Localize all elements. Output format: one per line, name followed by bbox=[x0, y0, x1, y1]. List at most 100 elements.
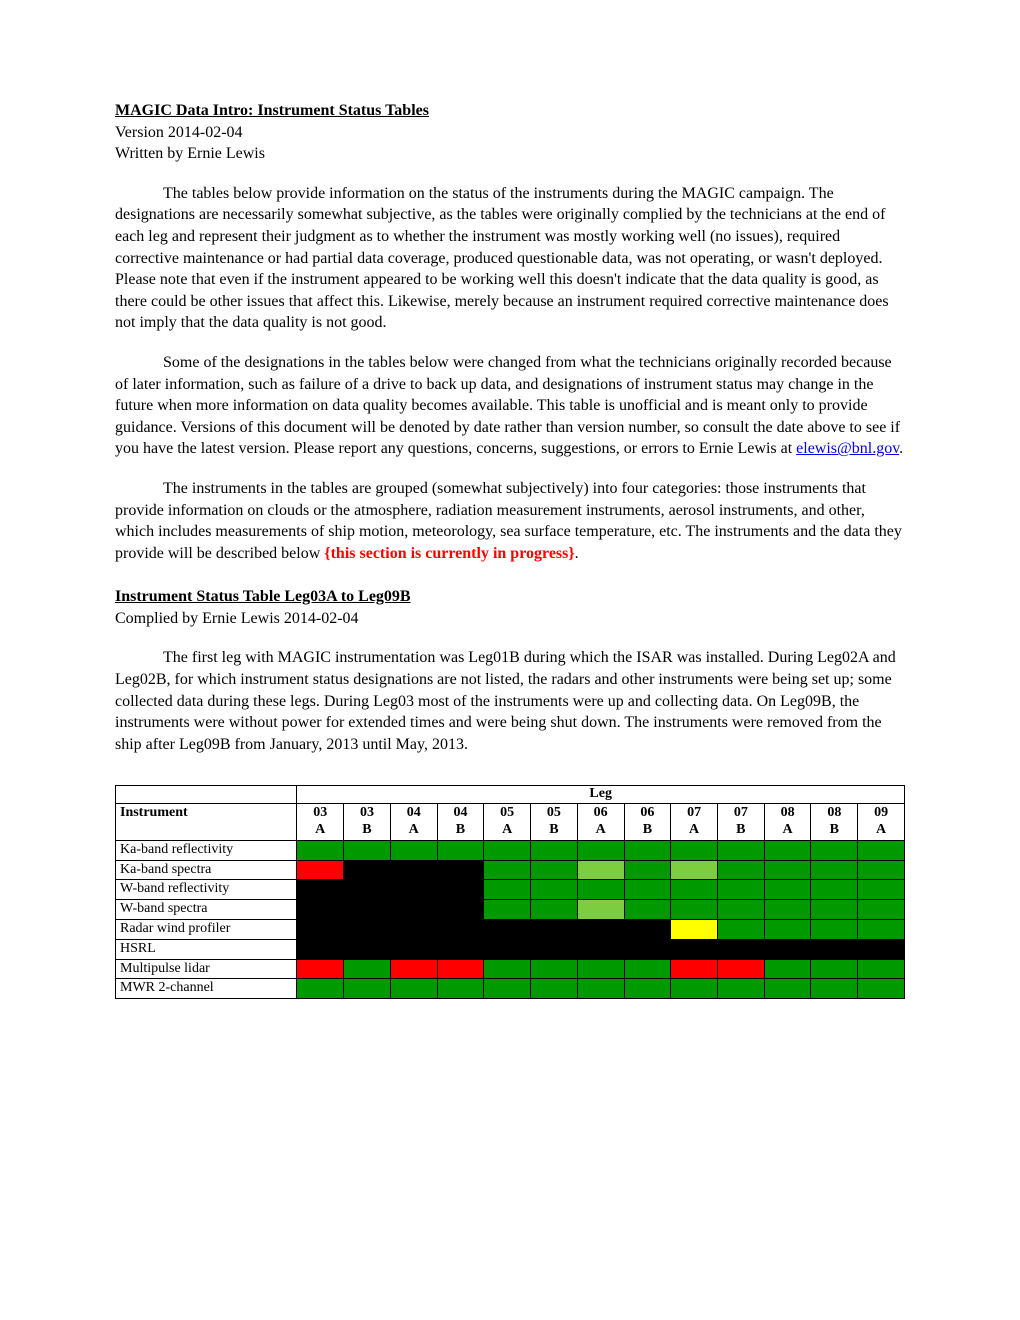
status-cell bbox=[764, 860, 811, 880]
status-cell bbox=[297, 979, 344, 999]
status-cell bbox=[624, 860, 671, 880]
status-cell bbox=[484, 880, 531, 900]
leg-col: 06A bbox=[577, 804, 624, 841]
in-progress-note: {this section is currently in progress} bbox=[324, 545, 574, 562]
status-cell bbox=[717, 939, 764, 959]
status-cell bbox=[297, 860, 344, 880]
leg-col: 05B bbox=[531, 804, 578, 841]
instrument-name: HSRL bbox=[116, 939, 297, 959]
table-row: MWR 2-channel bbox=[116, 979, 905, 999]
status-cell bbox=[717, 840, 764, 860]
page-title: MAGIC Data Intro: Instrument Status Tabl… bbox=[115, 102, 429, 119]
status-cell bbox=[577, 979, 624, 999]
status-cell bbox=[577, 939, 624, 959]
status-cell bbox=[764, 840, 811, 860]
leg-header: Leg bbox=[297, 786, 905, 804]
status-cell bbox=[484, 900, 531, 920]
status-cell bbox=[531, 900, 578, 920]
leg-col: 04A bbox=[390, 804, 437, 841]
status-cell bbox=[390, 959, 437, 979]
status-cell bbox=[671, 840, 718, 860]
section-2-title: Instrument Status Table Leg03A to Leg09B bbox=[115, 586, 905, 608]
status-cell bbox=[858, 900, 905, 920]
table-row: Multipulse lidar bbox=[116, 959, 905, 979]
status-cell bbox=[811, 880, 858, 900]
status-cell bbox=[531, 920, 578, 940]
leg-col: 08A bbox=[764, 804, 811, 841]
version-line: Version 2014-02-04 bbox=[115, 122, 905, 144]
status-cell bbox=[344, 880, 391, 900]
status-cell bbox=[437, 920, 484, 940]
status-cell bbox=[624, 939, 671, 959]
status-cell bbox=[344, 920, 391, 940]
table-row: W-band reflectivity bbox=[116, 880, 905, 900]
status-cell bbox=[344, 840, 391, 860]
status-cell bbox=[858, 939, 905, 959]
status-cell bbox=[764, 900, 811, 920]
status-cell bbox=[717, 979, 764, 999]
status-cell bbox=[484, 860, 531, 880]
status-cell bbox=[531, 880, 578, 900]
status-cell bbox=[764, 880, 811, 900]
status-cell bbox=[577, 880, 624, 900]
table-row: Radar wind profiler bbox=[116, 920, 905, 940]
status-cell bbox=[344, 939, 391, 959]
leg-col: 03B bbox=[344, 804, 391, 841]
status-cell bbox=[811, 840, 858, 860]
status-cell bbox=[764, 959, 811, 979]
status-cell bbox=[811, 860, 858, 880]
status-cell bbox=[531, 939, 578, 959]
table-body: Ka-band reflectivityKa-band spectraW-ban… bbox=[116, 840, 905, 998]
status-cell bbox=[437, 939, 484, 959]
instrument-name: MWR 2-channel bbox=[116, 979, 297, 999]
status-cell bbox=[858, 920, 905, 940]
status-cell bbox=[717, 900, 764, 920]
status-cell bbox=[624, 920, 671, 940]
blank-head bbox=[116, 786, 297, 804]
paragraph-1-text: The tables below provide information on … bbox=[115, 185, 889, 332]
status-cell bbox=[484, 959, 531, 979]
status-cell bbox=[624, 840, 671, 860]
leg-col: 09A bbox=[858, 804, 905, 841]
status-cell bbox=[297, 920, 344, 940]
status-cell bbox=[577, 860, 624, 880]
status-cell bbox=[344, 959, 391, 979]
table-row: Ka-band reflectivity bbox=[116, 840, 905, 860]
status-cell bbox=[390, 920, 437, 940]
status-cell bbox=[344, 900, 391, 920]
status-cell bbox=[577, 840, 624, 860]
status-cell bbox=[671, 979, 718, 999]
status-cell bbox=[531, 959, 578, 979]
leg-col: 03A bbox=[297, 804, 344, 841]
status-cell bbox=[531, 860, 578, 880]
status-cell bbox=[717, 880, 764, 900]
status-cell bbox=[624, 880, 671, 900]
table-row: HSRL bbox=[116, 939, 905, 959]
instrument-name: W-band reflectivity bbox=[116, 880, 297, 900]
paragraph-3-text-b: . bbox=[575, 545, 579, 562]
paragraph-4-text: The first leg with MAGIC instrumentation… bbox=[115, 649, 896, 752]
status-cell bbox=[390, 900, 437, 920]
status-cell bbox=[390, 939, 437, 959]
paragraph-1: The tables below provide information on … bbox=[115, 183, 905, 334]
status-cell bbox=[577, 920, 624, 940]
instrument-name: Ka-band spectra bbox=[116, 860, 297, 880]
status-cell bbox=[671, 860, 718, 880]
instrument-name: Radar wind profiler bbox=[116, 920, 297, 940]
status-cell bbox=[437, 900, 484, 920]
status-cell bbox=[297, 900, 344, 920]
leg-col: 07A bbox=[671, 804, 718, 841]
status-cell bbox=[858, 840, 905, 860]
status-cell bbox=[671, 900, 718, 920]
table-row: W-band spectra bbox=[116, 900, 905, 920]
table-row: Ka-band spectra bbox=[116, 860, 905, 880]
status-cell bbox=[297, 959, 344, 979]
status-cell bbox=[437, 860, 484, 880]
contact-email-link[interactable]: elewis@bnl.gov bbox=[796, 440, 899, 457]
leg-col: 05A bbox=[484, 804, 531, 841]
status-cell bbox=[624, 979, 671, 999]
table-head: LegInstrument03A03B04A04B05A05B06A06B07A… bbox=[116, 786, 905, 840]
leg-col: 08B bbox=[811, 804, 858, 841]
status-cell bbox=[858, 860, 905, 880]
status-cell bbox=[811, 900, 858, 920]
